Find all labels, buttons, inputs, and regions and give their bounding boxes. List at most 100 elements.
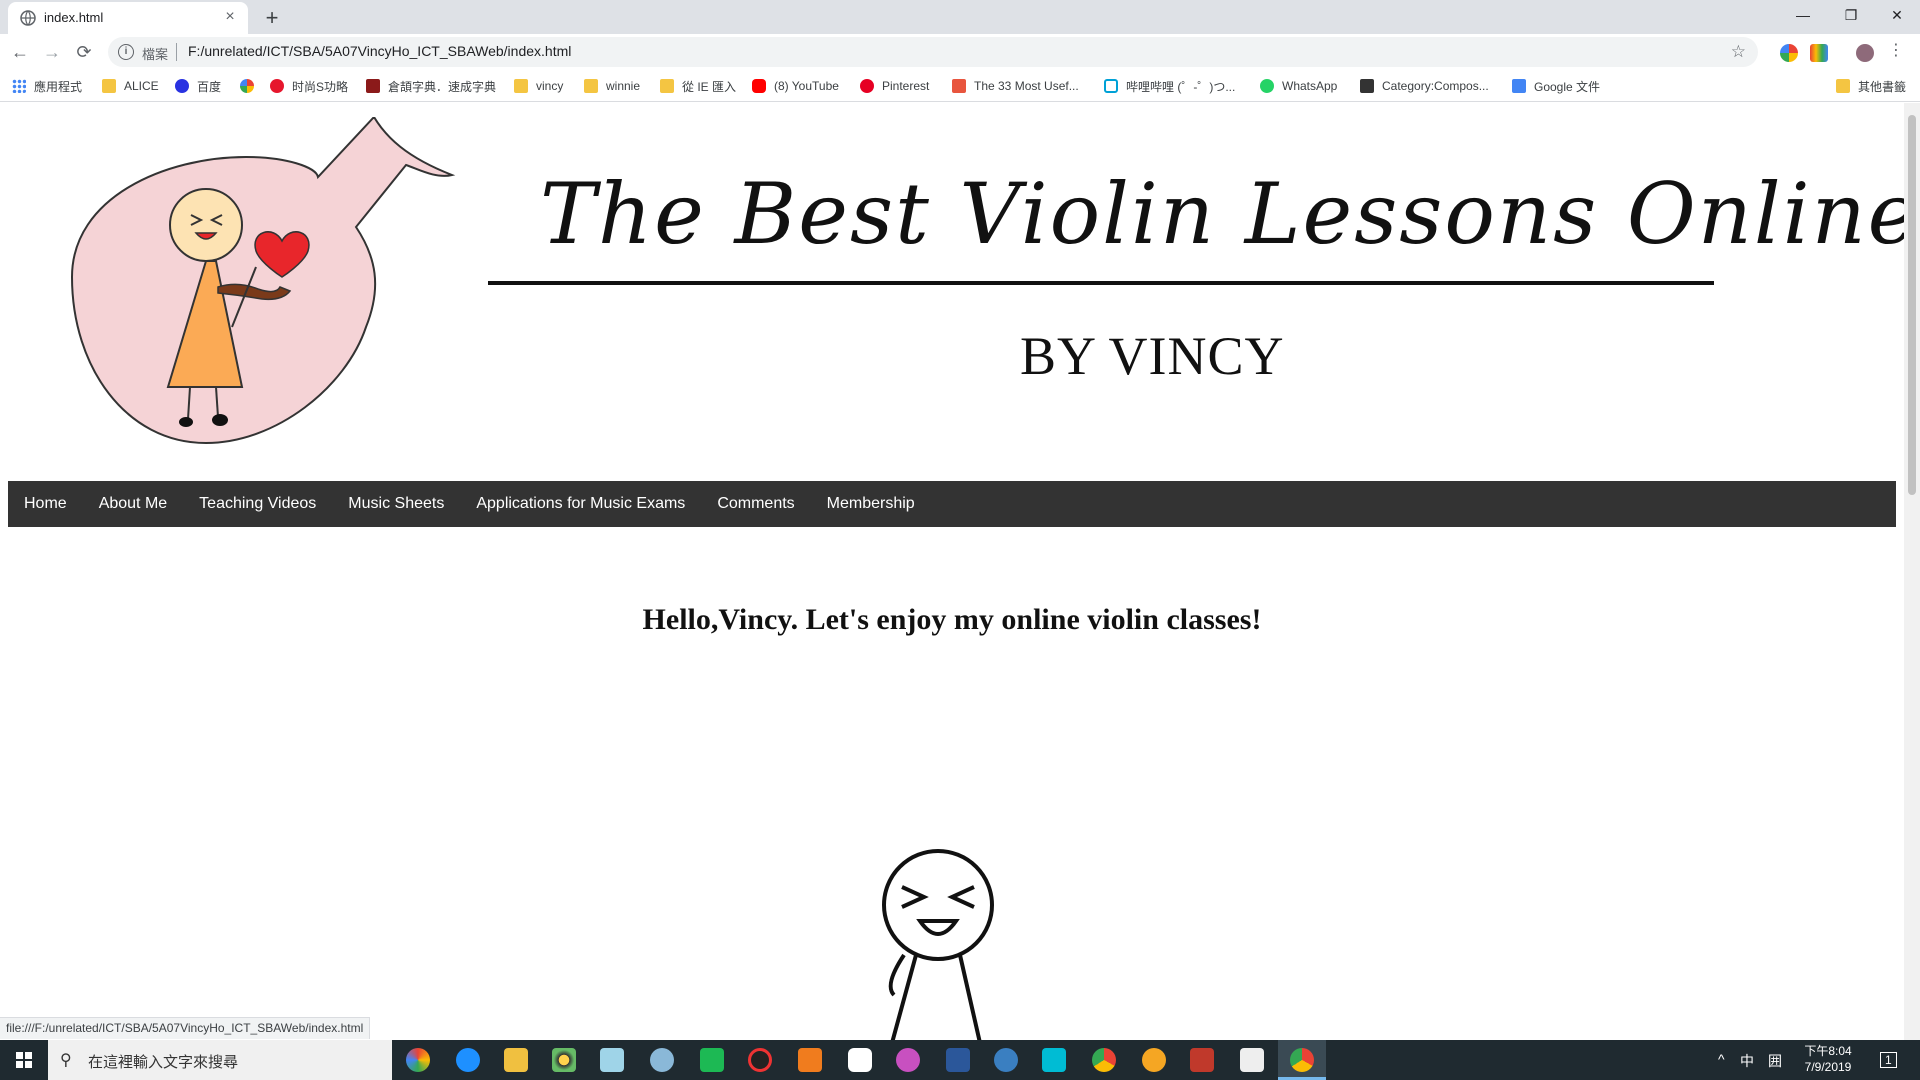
bookmark-google[interactable] bbox=[240, 77, 262, 95]
scrollbar-thumb[interactable] bbox=[1908, 115, 1916, 495]
baidu-icon bbox=[175, 79, 189, 93]
bookmark-youtube[interactable]: (8) YouTube bbox=[752, 77, 839, 95]
page-scrollbar[interactable] bbox=[1904, 103, 1920, 1040]
bookmark-category-compos[interactable]: Category:Compos... bbox=[1360, 77, 1489, 95]
bookmark-ie-import[interactable]: 從 IE 匯入 bbox=[660, 77, 736, 95]
scheme-label: 檔案 bbox=[142, 47, 169, 62]
weibo-icon bbox=[270, 79, 284, 93]
bilibili-icon bbox=[1104, 79, 1118, 93]
bookmark-whatsapp[interactable]: WhatsApp bbox=[1260, 77, 1337, 95]
stick-figure-illustration bbox=[882, 849, 994, 1040]
bookmark-google-docs[interactable]: Google 文件 bbox=[1512, 77, 1600, 95]
url-text[interactable]: F:/unrelated/ICT/SBA/5A07VincyHo_ICT_SBA… bbox=[188, 43, 571, 59]
folder-icon bbox=[584, 79, 598, 93]
restore-button[interactable]: ❐ bbox=[1828, 0, 1874, 30]
tab-strip: index.html × + — ❐ ✕ bbox=[0, 0, 1920, 34]
site-banner: The Best Violin Lessons Online BY VINCY bbox=[0, 103, 1904, 481]
new-tab-button[interactable]: + bbox=[258, 4, 286, 32]
browser-toolbar: ← → ⟳ i 檔案 F:/unrelated/ICT/SBA/5A07Vinc… bbox=[0, 34, 1920, 70]
nav-home[interactable]: Home bbox=[8, 481, 83, 527]
musescore-icon[interactable] bbox=[994, 1048, 1018, 1072]
profile-avatar[interactable] bbox=[1856, 44, 1874, 62]
bookmark-pinterest[interactable]: Pinterest bbox=[860, 77, 929, 95]
violinist-logo bbox=[70, 117, 456, 445]
title-underline bbox=[488, 281, 1714, 285]
nav-music-sheets[interactable]: Music Sheets bbox=[332, 481, 460, 527]
globe-icon bbox=[20, 10, 36, 26]
ime-language[interactable]: 中 bbox=[1740, 1051, 1754, 1071]
bookmark-vincy[interactable]: vincy bbox=[514, 77, 563, 95]
notepad-icon[interactable] bbox=[600, 1048, 624, 1072]
wiki-icon bbox=[1360, 79, 1374, 93]
nav-about-me[interactable]: About Me bbox=[83, 481, 183, 527]
youtube-icon bbox=[752, 79, 766, 93]
bookmark-weibo[interactable]: 时尚S功略 bbox=[270, 77, 348, 95]
tab-index-html[interactable]: index.html × bbox=[8, 2, 248, 34]
menu-kebab-icon[interactable]: ⋮ bbox=[1888, 42, 1904, 60]
windows-start-icon[interactable] bbox=[0, 1040, 48, 1080]
bookmark-33-most-useful[interactable]: The 33 Most Usef... bbox=[952, 77, 1079, 95]
system-clock[interactable]: 下午8:04 7/9/2019 bbox=[1788, 1043, 1868, 1075]
tab-close-icon[interactable]: × bbox=[220, 7, 240, 27]
folder-icon bbox=[102, 79, 116, 93]
web-page: The Best Violin Lessons Online BY VINCY … bbox=[0, 103, 1904, 1040]
site-title: The Best Violin Lessons Online bbox=[540, 165, 1904, 263]
extension-palette-icon[interactable] bbox=[1810, 44, 1828, 62]
internet-explorer-icon[interactable] bbox=[456, 1048, 480, 1072]
sketch-app-icon[interactable] bbox=[896, 1048, 920, 1072]
word-icon[interactable] bbox=[946, 1048, 970, 1072]
taskbar-search[interactable]: ⚲ 在這裡輸入文字來搜尋 bbox=[48, 1040, 392, 1080]
bookmark-baidu[interactable]: 百度 bbox=[175, 77, 221, 95]
folder-icon bbox=[1836, 79, 1850, 93]
folder-icon bbox=[514, 79, 528, 93]
nav-music-exams[interactable]: Applications for Music Exams bbox=[460, 481, 701, 527]
media-player-icon[interactable] bbox=[552, 1048, 576, 1072]
google-icon bbox=[240, 79, 254, 93]
photos-app-icon[interactable] bbox=[848, 1048, 872, 1072]
arrow-app-icon[interactable] bbox=[1042, 1048, 1066, 1072]
chrome-icon bbox=[1290, 1048, 1314, 1072]
apps-icon bbox=[12, 79, 26, 93]
dictionary-icon bbox=[366, 79, 380, 93]
bookmark-apps[interactable]: 應用程式 bbox=[12, 77, 82, 95]
extension-color-icon[interactable] bbox=[1780, 44, 1798, 62]
minimize-button[interactable]: — bbox=[1780, 0, 1826, 30]
search-icon: ⚲ bbox=[60, 1052, 72, 1069]
ime-mode[interactable]: 囲 bbox=[1768, 1051, 1782, 1071]
recorder-icon[interactable] bbox=[748, 1048, 772, 1072]
tab-title: index.html bbox=[44, 10, 104, 25]
status-bar-url: file:///F:/unrelated/ICT/SBA/5A07VincyHo… bbox=[0, 1017, 371, 1039]
chrome-icon[interactable] bbox=[1092, 1048, 1116, 1072]
close-window-button[interactable]: ✕ bbox=[1874, 0, 1920, 30]
active-chrome-window[interactable] bbox=[1278, 1040, 1326, 1080]
nav-comments[interactable]: Comments bbox=[701, 481, 810, 527]
bookmark-alice[interactable]: ALICE bbox=[102, 77, 159, 95]
address-divider bbox=[176, 43, 177, 61]
bookmark-star-icon[interactable]: ☆ bbox=[1731, 42, 1746, 62]
ubuntu-icon[interactable] bbox=[1142, 1048, 1166, 1072]
back-button[interactable]: ← bbox=[6, 38, 34, 66]
nav-teaching-videos[interactable]: Teaching Videos bbox=[183, 481, 332, 527]
info-icon[interactable]: i bbox=[118, 44, 134, 60]
clock-date: 7/9/2019 bbox=[1804, 1060, 1852, 1074]
whatsapp-icon bbox=[1260, 79, 1274, 93]
bookmark-other[interactable]: 其他書籤 bbox=[1836, 77, 1906, 95]
security-app-icon[interactable] bbox=[1190, 1048, 1214, 1072]
notification-center-icon[interactable]: 1 bbox=[1880, 1052, 1897, 1068]
bookmark-winnie[interactable]: winnie bbox=[584, 77, 640, 95]
nav-membership[interactable]: Membership bbox=[811, 481, 931, 527]
bookmark-dictionary[interactable]: 倉頡字典．速成字典 bbox=[366, 77, 496, 95]
paint-icon[interactable] bbox=[650, 1048, 674, 1072]
bookmark-bilibili[interactable]: 哔哩哔哩 (゜-゜)つ... bbox=[1104, 77, 1235, 95]
calendar-icon[interactable] bbox=[1240, 1048, 1264, 1072]
line-app-icon[interactable] bbox=[700, 1048, 724, 1072]
sublime-text-icon[interactable] bbox=[798, 1048, 822, 1072]
clock-time: 下午8:04 bbox=[1804, 1044, 1852, 1058]
color-picker-app-icon[interactable] bbox=[406, 1048, 430, 1072]
forward-button[interactable]: → bbox=[38, 38, 66, 66]
reload-button[interactable]: ⟳ bbox=[70, 38, 98, 66]
tray-chevron-icon[interactable]: ^ bbox=[1718, 1051, 1725, 1067]
address-bar[interactable]: i 檔案 F:/unrelated/ICT/SBA/5A07VincyHo_IC… bbox=[108, 37, 1758, 67]
file-explorer-icon[interactable] bbox=[504, 1048, 528, 1072]
google-docs-icon bbox=[1512, 79, 1526, 93]
